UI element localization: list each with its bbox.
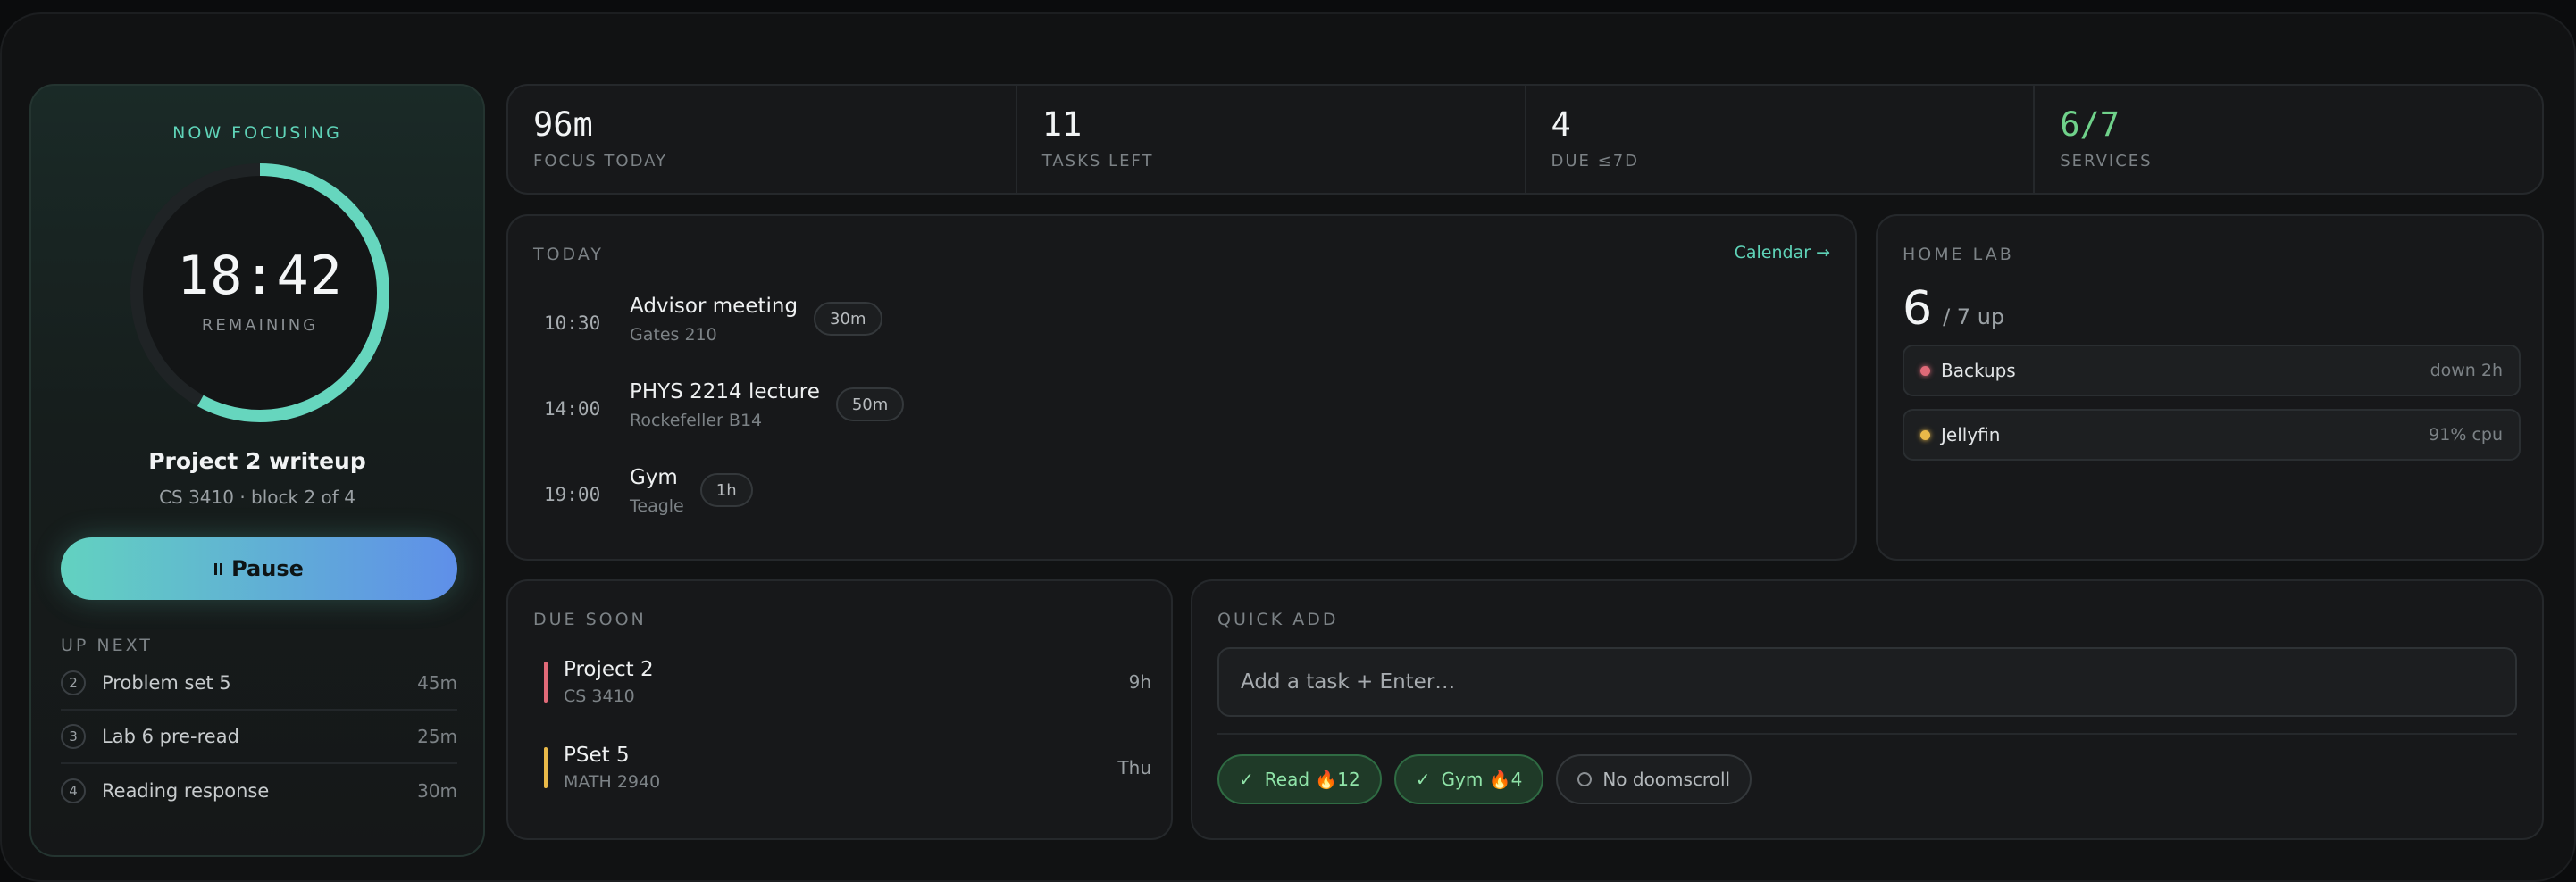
due-soon-card: DUE SOON Project 2 CS 3410 9h PSet 5 MAT… bbox=[506, 579, 1173, 840]
stat-label: DUE ≤7D bbox=[1551, 152, 1640, 171]
quick-add-label: QUICK ADD bbox=[1217, 610, 1339, 629]
due-when: 9h bbox=[1128, 671, 1151, 693]
up-next-number: 2 bbox=[61, 670, 86, 695]
up-next-name: Reading response bbox=[102, 780, 270, 802]
stats-row: 96m FOCUS TODAY 11 TASKS LEFT 4 DUE ≤7D … bbox=[506, 84, 2544, 195]
due-when: Thu bbox=[1117, 757, 1151, 778]
focus-task-meta: CS 3410 · block 2 of 4 bbox=[159, 487, 355, 508]
check-icon: ✓ bbox=[1415, 769, 1431, 790]
up-next-item[interactable]: 4 Reading response 30m bbox=[61, 764, 457, 818]
stat-label: SERVICES bbox=[2060, 152, 2153, 171]
home-lab-label: HOME LAB bbox=[1903, 245, 2014, 264]
up-next-duration: 30m bbox=[417, 780, 457, 802]
event-title: Advisor meeting bbox=[630, 295, 799, 318]
stat-value: 96m bbox=[533, 105, 593, 144]
today-card: TODAY Calendar → 10:30 Advisor meeting G… bbox=[506, 214, 1857, 561]
event-location: Gates 210 bbox=[630, 325, 717, 345]
event-time: 14:00 bbox=[544, 398, 601, 420]
up-next-item[interactable]: 2 Problem set 5 45m bbox=[61, 657, 457, 711]
home-lab-count: 6 / 7 up bbox=[1903, 282, 2004, 336]
service-row-jellyfin[interactable]: Jellyfin 91% cpu bbox=[1903, 409, 2521, 461]
pause-label: Pause bbox=[231, 556, 304, 581]
due-course: CS 3410 bbox=[564, 686, 635, 706]
up-next-number: 4 bbox=[61, 778, 86, 803]
event-item[interactable]: 10:30 Advisor meeting Gates 210 30m bbox=[544, 295, 882, 357]
check-icon: ✓ bbox=[1239, 769, 1254, 790]
timer-sub: REMAINING bbox=[201, 316, 319, 335]
up-next-name: Problem set 5 bbox=[102, 672, 231, 694]
due-priority-bar bbox=[544, 747, 548, 788]
habit-label: Read 🔥12 bbox=[1264, 769, 1360, 790]
habit-chip-no-doomscroll[interactable]: No doomscroll bbox=[1556, 754, 1752, 804]
due-item[interactable]: PSet 5 MATH 2940 Thu bbox=[544, 740, 1151, 795]
empty-circle-icon bbox=[1577, 772, 1593, 786]
event-location: Rockefeller B14 bbox=[630, 411, 763, 430]
event-item[interactable]: 14:00 PHYS 2214 lecture Rockefeller B14 … bbox=[544, 380, 905, 443]
stat-label: FOCUS TODAY bbox=[533, 152, 668, 171]
stat-tasks-left: 11 TASKS LEFT bbox=[1017, 86, 1526, 193]
quick-add-input[interactable] bbox=[1217, 647, 2517, 717]
up-next-label: UP NEXT bbox=[61, 636, 153, 655]
app-frame: NOW FOCUSING 18:42 REMAINING Project 2 w… bbox=[0, 12, 2576, 882]
up-next-duration: 45m bbox=[417, 672, 457, 694]
up-next-item[interactable]: 3 Lab 6 pre-read 25m bbox=[61, 711, 457, 764]
stat-label: TASKS LEFT bbox=[1041, 152, 1154, 171]
divider bbox=[1217, 733, 2517, 735]
timer-value: 18:42 bbox=[177, 245, 343, 307]
services-up-count: 6 bbox=[1903, 282, 1933, 336]
event-time: 10:30 bbox=[544, 312, 601, 334]
due-priority-bar bbox=[544, 662, 548, 703]
calendar-link[interactable]: Calendar → bbox=[1735, 243, 1830, 262]
up-next-list: 2 Problem set 5 45m 3 Lab 6 pre-read 25m… bbox=[61, 657, 457, 818]
habit-chips: ✓ Read 🔥12 ✓ Gym 🔥4 No doomscroll bbox=[1217, 754, 1752, 804]
habit-label: No doomscroll bbox=[1602, 769, 1731, 790]
stat-value: 4 bbox=[1551, 105, 1571, 144]
due-soon-label: DUE SOON bbox=[533, 610, 647, 629]
up-next-duration: 25m bbox=[417, 726, 457, 747]
due-title: PSet 5 bbox=[564, 744, 630, 767]
event-duration-chip: 1h bbox=[699, 473, 753, 507]
status-dot-icon bbox=[1920, 365, 1930, 376]
up-next-number: 3 bbox=[61, 724, 86, 749]
service-name: Jellyfin bbox=[1941, 424, 2001, 445]
services-total: / 7 up bbox=[1943, 304, 2005, 329]
event-time: 19:00 bbox=[544, 484, 601, 505]
service-status: down 2h bbox=[2430, 361, 2503, 380]
quick-add-card: QUICK ADD ✓ Read 🔥12 ✓ Gym 🔥4 No doomscr… bbox=[1191, 579, 2544, 840]
due-course: MATH 2940 bbox=[564, 772, 661, 792]
service-row-backups[interactable]: Backups down 2h bbox=[1903, 345, 2521, 396]
stat-value: 11 bbox=[1041, 105, 1083, 144]
due-title: Project 2 bbox=[564, 658, 654, 681]
service-name: Backups bbox=[1941, 360, 2016, 381]
service-status: 91% cpu bbox=[2429, 425, 2503, 445]
focus-timer-ring: 18:42 REMAINING bbox=[126, 159, 394, 427]
event-location: Teagle bbox=[630, 496, 684, 516]
event-duration-chip: 30m bbox=[814, 302, 882, 336]
stat-value: 6/7 bbox=[2060, 105, 2120, 144]
event-item[interactable]: 19:00 Gym Teagle 1h bbox=[544, 466, 753, 528]
event-duration-chip: 50m bbox=[835, 387, 905, 421]
due-item[interactable]: Project 2 CS 3410 9h bbox=[544, 654, 1151, 710]
focus-task-title: Project 2 writeup bbox=[148, 448, 366, 474]
status-dot-icon bbox=[1920, 429, 1930, 440]
event-title: PHYS 2214 lecture bbox=[630, 380, 820, 404]
home-lab-card: HOME LAB 6 / 7 up Backups down 2h Jellyf… bbox=[1876, 214, 2544, 561]
today-label: TODAY bbox=[533, 245, 604, 264]
up-next-name: Lab 6 pre-read bbox=[102, 726, 239, 747]
habit-chip-read[interactable]: ✓ Read 🔥12 bbox=[1217, 754, 1382, 804]
pause-button[interactable]: Pause bbox=[61, 537, 457, 600]
stat-services: 6/7 SERVICES bbox=[2035, 86, 2542, 193]
focus-eyebrow: NOW FOCUSING bbox=[172, 123, 342, 143]
habit-chip-gym[interactable]: ✓ Gym 🔥4 bbox=[1393, 754, 1544, 804]
habit-label: Gym 🔥4 bbox=[1441, 769, 1523, 790]
stat-focus-today: 96m FOCUS TODAY bbox=[508, 86, 1017, 193]
focus-card: NOW FOCUSING 18:42 REMAINING Project 2 w… bbox=[29, 84, 485, 857]
pause-icon bbox=[214, 562, 223, 575]
stat-due-7d: 4 DUE ≤7D bbox=[1526, 86, 2036, 193]
event-title: Gym bbox=[630, 466, 678, 489]
